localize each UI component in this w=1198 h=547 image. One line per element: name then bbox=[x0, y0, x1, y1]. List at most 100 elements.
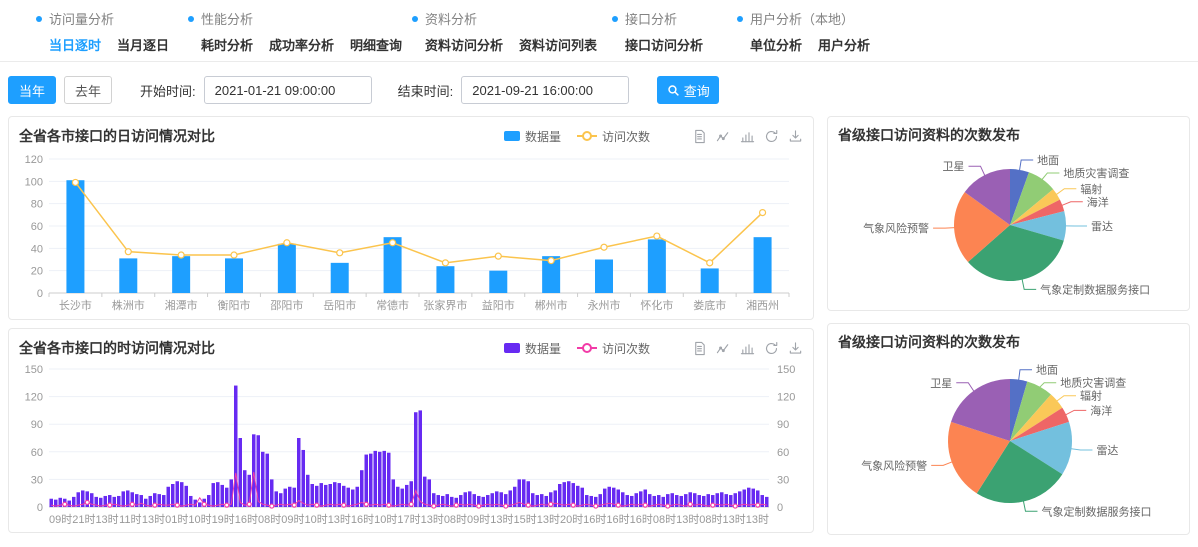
svg-text:13时: 13时 bbox=[746, 513, 769, 526]
main-content: 全省各市接口的日访问情况对比 数据量 访问次数 020406080100120长… bbox=[0, 116, 1198, 535]
nav-group-data: 资料分析 资料访问分析 资料访问列表 bbox=[412, 9, 612, 61]
nav-group-traffic: 访问量分析 当日逐时 当月逐日 bbox=[36, 9, 188, 61]
svg-text:21时: 21时 bbox=[72, 513, 95, 526]
nav-item-data-access-analysis[interactable]: 资料访问分析 bbox=[425, 35, 503, 54]
nav-group-user: 用户分析（本地） 单位分析 用户分析 bbox=[737, 9, 870, 61]
svg-text:地质灾害调查: 地质灾害调查 bbox=[1063, 166, 1129, 180]
pie-title: 省级接口访问资料的次数发布 bbox=[838, 125, 1179, 145]
nav-item-time-cost[interactable]: 耗时分析 bbox=[201, 35, 253, 54]
svg-text:海洋: 海洋 bbox=[1087, 195, 1109, 209]
svg-text:09时: 09时 bbox=[49, 513, 72, 526]
svg-text:120: 120 bbox=[25, 392, 43, 404]
this-year-button[interactable]: 当年 bbox=[8, 76, 56, 104]
line-chart-icon[interactable] bbox=[716, 341, 731, 356]
svg-text:30: 30 bbox=[777, 474, 789, 486]
data-view-icon[interactable] bbox=[692, 341, 707, 356]
nav-item-unit-analysis[interactable]: 单位分析 bbox=[750, 35, 802, 54]
nav-group-title: 性能分析 bbox=[201, 9, 253, 28]
svg-text:16时: 16时 bbox=[235, 513, 258, 526]
nav-item-interface-access-analysis[interactable]: 接口访问分析 bbox=[625, 35, 703, 54]
provincial-access-pie-card-1: 省级接口访问资料的次数发布 地面地质灾害调查辐射海洋雷达气象定制数据服务接口气象… bbox=[827, 116, 1190, 311]
svg-text:40: 40 bbox=[31, 243, 43, 255]
legend-item-data-volume[interactable]: 数据量 bbox=[504, 340, 561, 357]
svg-text:08时: 08时 bbox=[444, 513, 467, 526]
svg-text:辐射: 辐射 bbox=[1080, 182, 1102, 196]
start-time-input[interactable] bbox=[204, 76, 372, 104]
bar-chart-icon[interactable] bbox=[740, 129, 755, 144]
svg-text:120: 120 bbox=[777, 392, 795, 404]
bar-chart-icon[interactable] bbox=[740, 341, 755, 356]
svg-text:13时: 13时 bbox=[676, 513, 699, 526]
bar-swatch-icon bbox=[504, 131, 520, 141]
start-time-label: 开始时间: bbox=[140, 81, 196, 100]
svg-text:16时: 16时 bbox=[606, 513, 629, 526]
svg-text:气象风险预警: 气象风险预警 bbox=[863, 221, 929, 235]
svg-text:地面: 地面 bbox=[1036, 364, 1058, 377]
svg-text:08时: 08时 bbox=[258, 513, 281, 526]
line-chart-icon[interactable] bbox=[716, 129, 731, 144]
nav-item-success-rate[interactable]: 成功率分析 bbox=[269, 35, 334, 54]
nav-item-detail-query[interactable]: 明细查询 bbox=[350, 35, 402, 54]
data-view-icon[interactable] bbox=[692, 129, 707, 144]
nav-item-hourly-today[interactable]: 当日逐时 bbox=[49, 35, 101, 54]
svg-text:13时: 13时 bbox=[421, 513, 444, 526]
nav-group-title-row: 资料分析 bbox=[412, 9, 612, 28]
svg-text:20: 20 bbox=[31, 266, 43, 278]
svg-text:雷达: 雷达 bbox=[1096, 444, 1118, 457]
svg-text:永州市: 永州市 bbox=[588, 298, 621, 312]
svg-text:150: 150 bbox=[777, 364, 795, 376]
svg-text:辐射: 辐射 bbox=[1080, 389, 1102, 403]
svg-text:20时: 20时 bbox=[560, 513, 583, 526]
svg-text:15时: 15时 bbox=[514, 513, 537, 526]
svg-text:09时: 09时 bbox=[467, 513, 490, 526]
svg-text:雷达: 雷达 bbox=[1091, 220, 1113, 233]
svg-text:怀化市: 怀化市 bbox=[640, 298, 673, 312]
nav-item-data-access-list[interactable]: 资料访问列表 bbox=[519, 35, 597, 54]
svg-text:张家界市: 张家界市 bbox=[423, 298, 467, 312]
provincial-access-pie-chart-2[interactable]: 地面地质灾害调查辐射海洋雷达气象定制数据服务接口气象风险预警卫星 bbox=[838, 352, 1179, 526]
svg-text:地面: 地面 bbox=[1037, 154, 1059, 167]
svg-text:16时: 16时 bbox=[583, 513, 606, 526]
nav-group-title-row: 访问量分析 bbox=[36, 9, 188, 28]
legend-item-visit-count[interactable]: 访问次数 bbox=[577, 128, 650, 145]
nav-group-title: 用户分析（本地） bbox=[750, 9, 854, 28]
svg-text:17时: 17时 bbox=[397, 513, 420, 526]
svg-text:长沙市: 长沙市 bbox=[59, 298, 92, 312]
nav-group-title-row: 接口分析 bbox=[612, 9, 737, 28]
provincial-access-pie-card-2: 省级接口访问资料的次数发布 地面地质灾害调查辐射海洋雷达气象定制数据服务接口气象… bbox=[827, 323, 1190, 535]
svg-text:100: 100 bbox=[25, 176, 43, 188]
hourly-access-bar-line-chart[interactable]: 0030306060909012012015015009时21时13时11时13… bbox=[19, 361, 803, 533]
svg-text:株洲市: 株洲市 bbox=[112, 298, 145, 312]
svg-text:气象风险预警: 气象风险预警 bbox=[861, 458, 927, 472]
svg-text:13时: 13时 bbox=[95, 513, 118, 526]
svg-text:13时: 13时 bbox=[328, 513, 351, 526]
download-icon[interactable] bbox=[788, 341, 803, 356]
nav-item-user-analysis[interactable]: 用户分析 bbox=[818, 35, 870, 54]
svg-text:13时: 13时 bbox=[490, 513, 513, 526]
restore-icon[interactable] bbox=[764, 341, 779, 356]
nav-group-performance: 性能分析 耗时分析 成功率分析 明细查询 bbox=[188, 9, 412, 61]
nav-group-title: 访问量分析 bbox=[49, 9, 114, 28]
svg-text:气象定制数据服务接口: 气象定制数据服务接口 bbox=[1041, 504, 1151, 518]
provincial-access-pie-chart-1[interactable]: 地面地质灾害调查辐射海洋雷达气象定制数据服务接口气象风险预警卫星 bbox=[838, 145, 1179, 302]
daily-access-bar-line-chart[interactable]: 020406080100120长沙市株洲市湘潭市衡阳市邵阳市岳阳市常德市张家界市… bbox=[19, 149, 803, 317]
hourly-access-chart-card: 全省各市接口的时访问情况对比 数据量 访问次数 0030306060909012… bbox=[8, 328, 814, 533]
chart-legend: 数据量 访问次数 bbox=[504, 128, 650, 145]
restore-icon[interactable] bbox=[764, 129, 779, 144]
line-swatch-icon bbox=[577, 131, 597, 141]
pie-title: 省级接口访问资料的次数发布 bbox=[838, 332, 1179, 352]
svg-text:益阳市: 益阳市 bbox=[482, 298, 515, 312]
svg-text:60: 60 bbox=[31, 221, 43, 233]
legend-item-visit-count[interactable]: 访问次数 bbox=[577, 340, 650, 357]
legend-item-data-volume[interactable]: 数据量 bbox=[504, 128, 561, 145]
query-button[interactable]: 查询 bbox=[657, 76, 719, 104]
nav-item-daily-month[interactable]: 当月逐日 bbox=[117, 35, 169, 54]
svg-text:150: 150 bbox=[25, 364, 43, 376]
bullet-icon bbox=[412, 16, 418, 22]
bar-swatch-icon bbox=[504, 343, 520, 353]
svg-text:0: 0 bbox=[37, 288, 43, 300]
filter-bar: 当年 去年 开始时间: 结束时间: 查询 bbox=[8, 76, 1190, 104]
last-year-button[interactable]: 去年 bbox=[64, 76, 112, 104]
end-time-input[interactable] bbox=[461, 76, 629, 104]
download-icon[interactable] bbox=[788, 129, 803, 144]
